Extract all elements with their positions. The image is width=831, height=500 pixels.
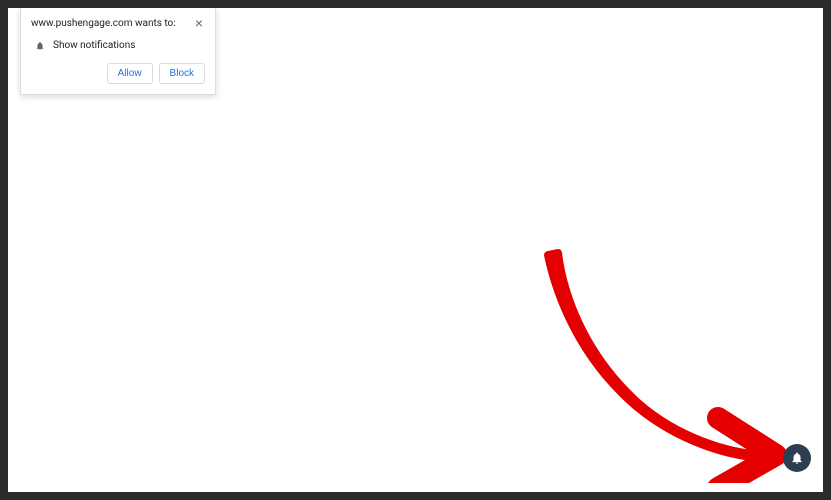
close-icon: × bbox=[195, 15, 203, 31]
close-button[interactable]: × bbox=[193, 16, 205, 30]
permission-dialog-title: www.pushengage.com wants to: bbox=[31, 16, 176, 29]
permission-dialog-body: Show notifications bbox=[31, 40, 205, 51]
block-button[interactable]: Block bbox=[159, 63, 205, 84]
permission-dialog-header: www.pushengage.com wants to: × bbox=[31, 16, 205, 30]
allow-button[interactable]: Allow bbox=[107, 63, 153, 84]
annotation-arrow-icon bbox=[528, 243, 798, 483]
bell-icon bbox=[35, 41, 45, 51]
permission-body-text: Show notifications bbox=[53, 40, 135, 51]
page-viewport: www.pushengage.com wants to: × Show noti… bbox=[8, 8, 823, 492]
notification-permission-dialog: www.pushengage.com wants to: × Show noti… bbox=[20, 8, 216, 95]
permission-dialog-actions: Allow Block bbox=[31, 63, 205, 84]
bell-icon bbox=[790, 451, 804, 465]
notification-bell-widget[interactable] bbox=[783, 444, 811, 472]
